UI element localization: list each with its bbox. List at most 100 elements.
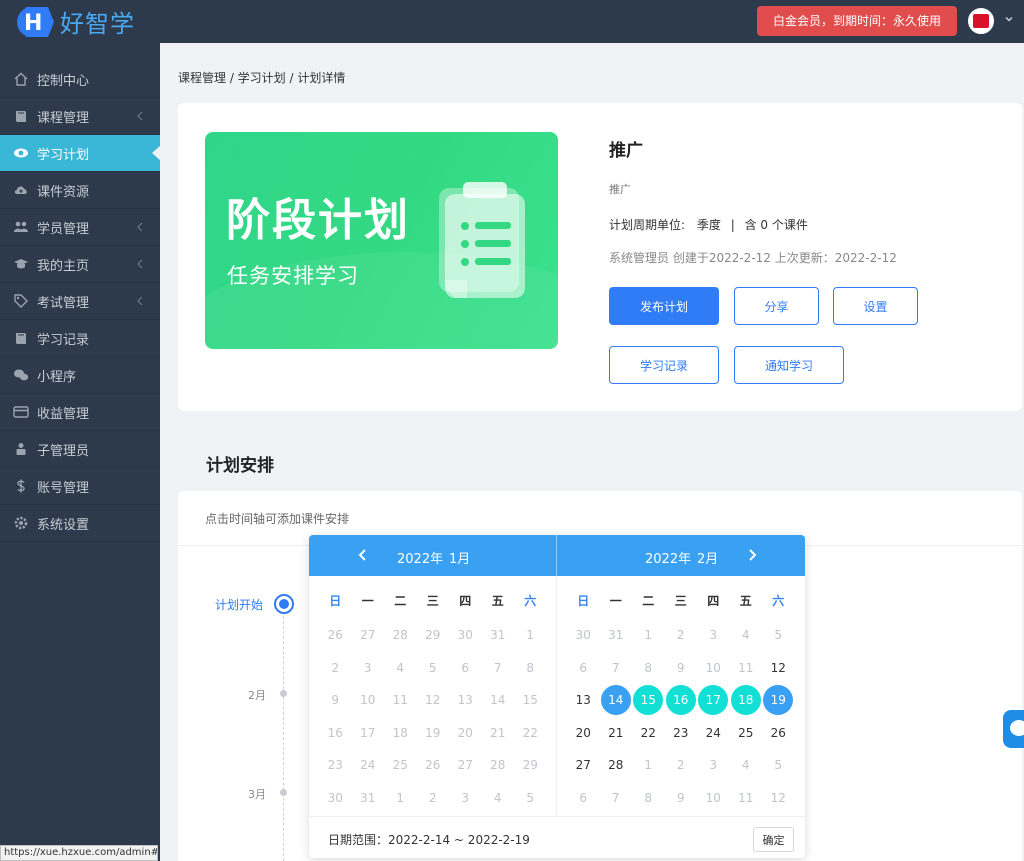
calendar-day[interactable]: 8	[632, 652, 665, 685]
calendar-day[interactable]: 2	[319, 652, 352, 685]
calendar-day[interactable]: 4	[730, 619, 763, 652]
timeline-node[interactable]	[280, 690, 287, 697]
calendar-day[interactable]: 2	[417, 782, 450, 815]
calendar-day[interactable]: 10	[697, 782, 730, 815]
calendar-day[interactable]: 5	[762, 749, 795, 782]
calendar-day[interactable]: 26	[319, 619, 352, 652]
calendar-day[interactable]: 9	[319, 684, 352, 717]
timeline-node[interactable]	[280, 789, 287, 796]
calendar-day[interactable]: 15	[514, 684, 547, 717]
calendar-day[interactable]: 25	[730, 717, 763, 750]
calendar-day[interactable]: 24	[352, 749, 385, 782]
calendar-day[interactable]: 16	[665, 684, 698, 717]
sidebar-item[interactable]: 课程管理	[0, 98, 160, 135]
calendar-day[interactable]: 2	[665, 749, 698, 782]
calendar-day[interactable]: 29	[417, 619, 450, 652]
calendar-day[interactable]: 5	[762, 619, 795, 652]
calendar-day[interactable]: 11	[384, 684, 417, 717]
calendar-day[interactable]: 25	[384, 749, 417, 782]
calendar-day[interactable]: 6	[567, 652, 600, 685]
calendar-day[interactable]: 30	[449, 619, 482, 652]
calendar-day[interactable]: 1	[384, 782, 417, 815]
calendar-day[interactable]: 28	[482, 749, 515, 782]
calendar-day[interactable]: 17	[352, 717, 385, 750]
study-records-button[interactable]: 学习记录	[609, 346, 719, 384]
chevron-right-icon[interactable]	[745, 548, 759, 562]
calendar-day[interactable]: 21	[600, 717, 633, 750]
calendar-day[interactable]: 17	[697, 684, 730, 717]
sidebar-item[interactable]: 控制中心	[0, 61, 160, 98]
calendar-day[interactable]: 22	[632, 717, 665, 750]
chat-button[interactable]	[1003, 710, 1024, 748]
sidebar-item[interactable]: 考试管理	[0, 283, 160, 320]
notify-study-button[interactable]: 通知学习	[734, 346, 844, 384]
calendar-day[interactable]: 22	[514, 717, 547, 750]
calendar-day[interactable]: 14	[482, 684, 515, 717]
calendar-day[interactable]: 16	[319, 717, 352, 750]
sidebar-item[interactable]: 子管理员	[0, 431, 160, 468]
timeline-axis[interactable]	[283, 616, 284, 861]
settings-button[interactable]: 设置	[833, 287, 918, 325]
calendar-day[interactable]: 31	[600, 619, 633, 652]
calendar-day[interactable]: 11	[730, 652, 763, 685]
app-logo[interactable]: H 好智学	[14, 4, 135, 39]
calendar-day[interactable]: 13	[449, 684, 482, 717]
calendar-day[interactable]: 26	[762, 717, 795, 750]
user-avatar[interactable]	[968, 8, 994, 34]
calendar-day[interactable]: 5	[514, 782, 547, 815]
calendar-day[interactable]: 15	[632, 684, 665, 717]
timeline-start-label[interactable]: 计划开始	[215, 596, 263, 613]
calendar-day[interactable]: 23	[665, 717, 698, 750]
sidebar-item[interactable]: 账号管理	[0, 468, 160, 505]
calendar-day[interactable]: 11	[730, 782, 763, 815]
chevron-left-icon[interactable]	[356, 548, 370, 562]
calendar-day[interactable]: 27	[449, 749, 482, 782]
calendar-day[interactable]: 18	[384, 717, 417, 750]
calendar-day[interactable]: 30	[567, 619, 600, 652]
calendar-day[interactable]: 8	[632, 782, 665, 815]
calendar-day[interactable]: 20	[449, 717, 482, 750]
sidebar-item[interactable]: 学习计划	[0, 135, 161, 172]
calendar-day[interactable]: 3	[697, 619, 730, 652]
calendar-day[interactable]: 23	[319, 749, 352, 782]
calendar-day[interactable]: 4	[730, 749, 763, 782]
calendar-day[interactable]: 31	[352, 782, 385, 815]
sidebar-item[interactable]: 系统设置	[0, 505, 160, 542]
calendar-day[interactable]: 9	[665, 782, 698, 815]
calendar-day[interactable]: 1	[514, 619, 547, 652]
chevron-down-icon[interactable]	[1003, 13, 1015, 25]
calendar-day[interactable]: 4	[384, 652, 417, 685]
calendar-day[interactable]: 9	[665, 652, 698, 685]
calendar-day[interactable]: 3	[697, 749, 730, 782]
share-button[interactable]: 分享	[734, 287, 819, 325]
calendar-day[interactable]: 6	[449, 652, 482, 685]
calendar-day[interactable]: 28	[384, 619, 417, 652]
calendar-day[interactable]: 27	[567, 749, 600, 782]
calendar-day[interactable]: 1	[632, 619, 665, 652]
calendar-day[interactable]: 7	[600, 652, 633, 685]
calendar-day[interactable]: 3	[449, 782, 482, 815]
calendar-day[interactable]: 12	[762, 782, 795, 815]
calendar-day[interactable]: 12	[417, 684, 450, 717]
calendar-day[interactable]: 21	[482, 717, 515, 750]
sidebar-item[interactable]: 课件资源	[0, 172, 160, 209]
calendar-day[interactable]: 4	[482, 782, 515, 815]
calendar-day[interactable]: 19	[762, 684, 795, 717]
calendar-day[interactable]: 8	[514, 652, 547, 685]
calendar-day[interactable]: 27	[352, 619, 385, 652]
sidebar-item[interactable]: 学习记录	[0, 320, 160, 357]
calendar-day[interactable]: 28	[600, 749, 633, 782]
sidebar-item[interactable]: 学员管理	[0, 209, 160, 246]
calendar-day[interactable]: 13	[567, 684, 600, 717]
calendar-day[interactable]: 7	[600, 782, 633, 815]
timeline-start-node[interactable]	[274, 594, 294, 614]
membership-badge[interactable]: 白金会员，到期时间：永久使用	[757, 6, 957, 36]
calendar-day[interactable]: 3	[352, 652, 385, 685]
calendar-day[interactable]: 14	[600, 684, 633, 717]
calendar-day[interactable]: 26	[417, 749, 450, 782]
calendar-day[interactable]: 10	[352, 684, 385, 717]
calendar-day[interactable]: 12	[762, 652, 795, 685]
calendar-day[interactable]: 31	[482, 619, 515, 652]
calendar-day[interactable]: 10	[697, 652, 730, 685]
sidebar-item[interactable]: 我的主页	[0, 246, 160, 283]
